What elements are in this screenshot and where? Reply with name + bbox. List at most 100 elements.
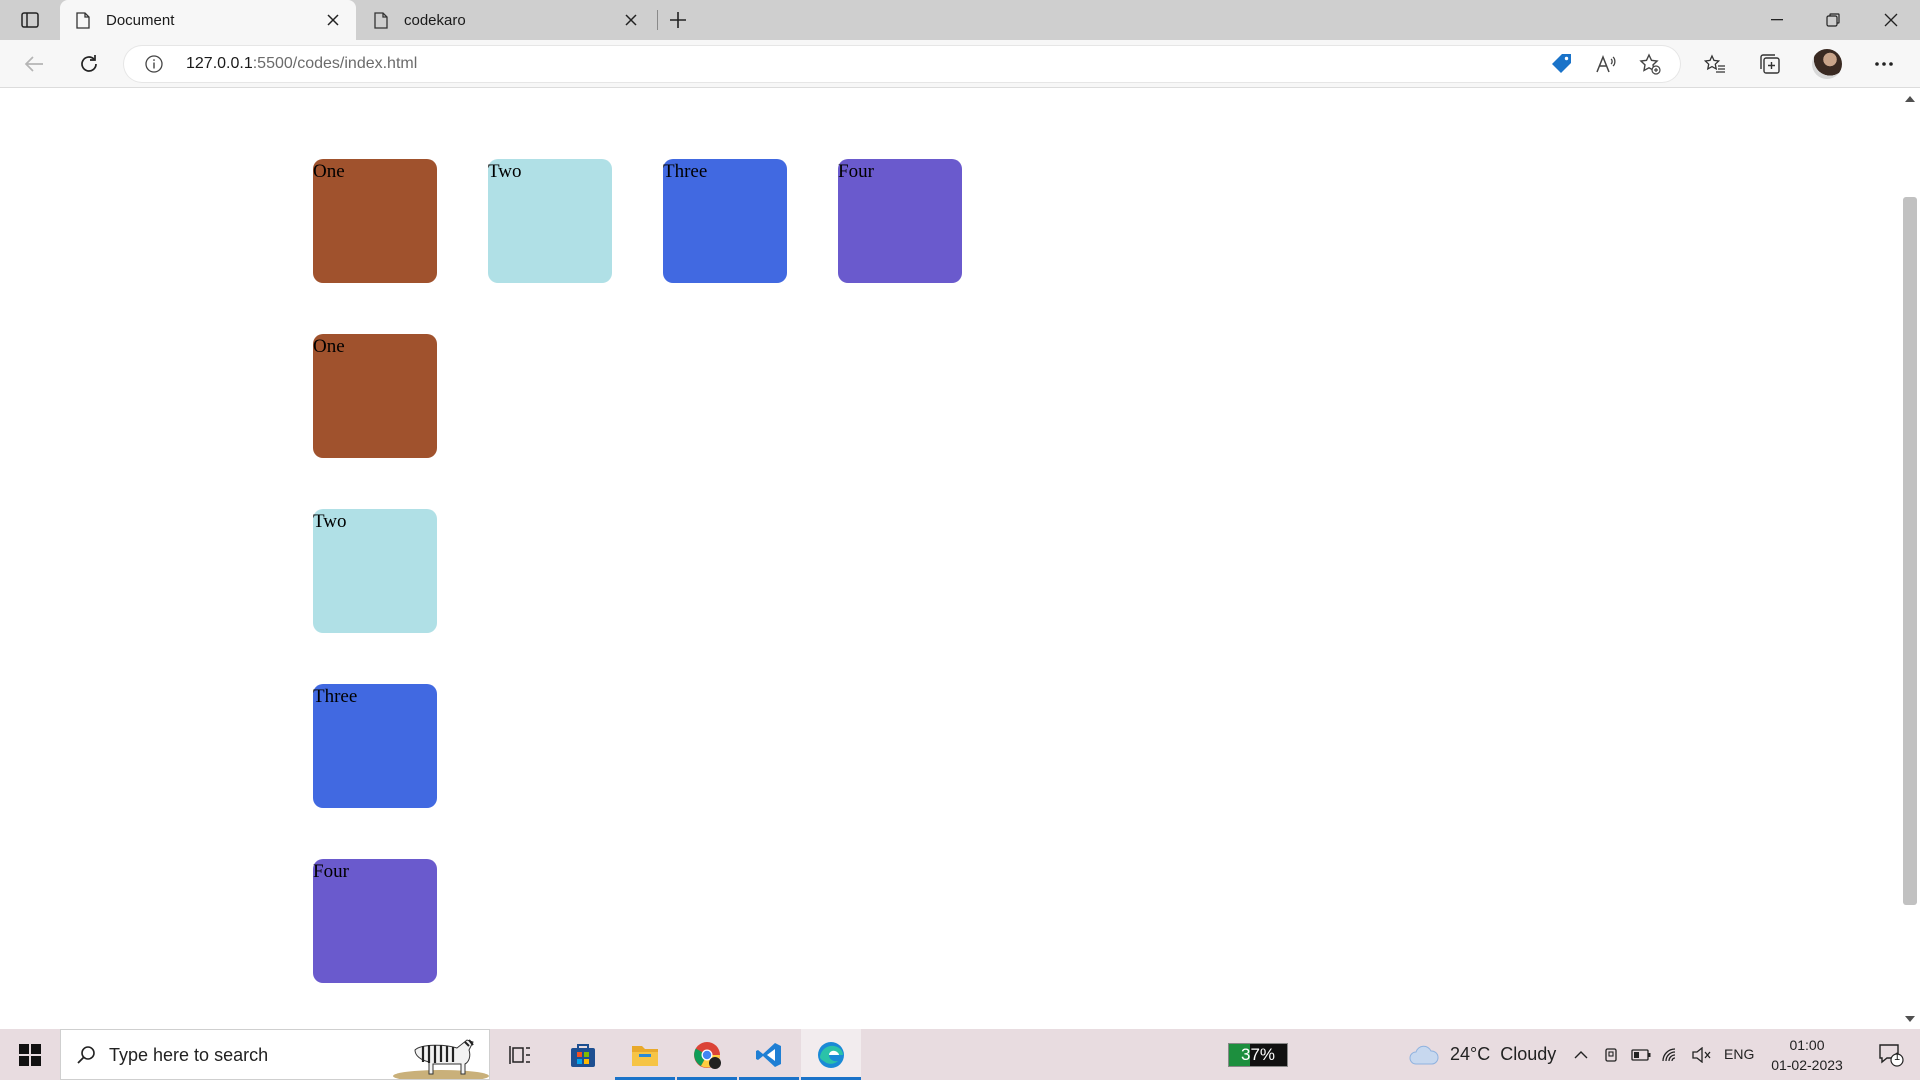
- refresh-icon: [81, 55, 97, 72]
- back-button[interactable]: [18, 48, 50, 80]
- scroll-up-button[interactable]: [1904, 93, 1916, 105]
- collections-button[interactable]: [1754, 48, 1786, 80]
- tab-actions-icon: [21, 12, 39, 28]
- cloud-icon: [1409, 1045, 1439, 1064]
- new-tab-button[interactable]: [664, 6, 692, 34]
- minimize-button[interactable]: [1748, 0, 1806, 40]
- taskbar: Type here to search 37% 24°C Cloudy ENG …: [0, 1029, 1920, 1080]
- read-aloud-button[interactable]: [1592, 50, 1620, 78]
- search-placeholder: Type here to search: [109, 1045, 269, 1065]
- collections-icon: [1760, 54, 1780, 74]
- site-info-icon[interactable]: [144, 54, 164, 74]
- close-window-button[interactable]: [1862, 0, 1920, 40]
- clock[interactable]: 01:00 01-02-2023: [1762, 1035, 1852, 1075]
- network-button[interactable]: [1658, 1029, 1684, 1080]
- add-favorite-button[interactable]: [1636, 50, 1664, 78]
- close-tab-button[interactable]: [320, 7, 346, 33]
- wifi-icon: [1662, 1047, 1676, 1061]
- chevron-up-icon: [1574, 1050, 1588, 1058]
- show-hidden-icons-button[interactable]: [1568, 1029, 1594, 1080]
- vertical-scrollbar[interactable]: [1900, 89, 1920, 1029]
- profile-avatar[interactable]: [1812, 49, 1842, 79]
- zebra-illustration-icon: [393, 1039, 489, 1079]
- url-text: 127.0.0.1:5500/codes/index.html: [186, 46, 417, 82]
- favorites-button[interactable]: [1699, 48, 1731, 80]
- refresh-button[interactable]: [73, 48, 105, 80]
- battery-icon: [1631, 1048, 1651, 1061]
- tab-divider: [657, 10, 658, 30]
- battery-button[interactable]: [1628, 1029, 1654, 1080]
- tab-document[interactable]: Document: [60, 0, 356, 40]
- scroll-down-button[interactable]: [1904, 1013, 1916, 1025]
- box-two: Two: [488, 159, 612, 283]
- price-tag-icon: [1552, 54, 1571, 73]
- store-icon: [571, 1043, 595, 1067]
- box-one: One: [313, 334, 437, 458]
- box-label: One: [313, 161, 345, 182]
- meet-now-button[interactable]: [1598, 1029, 1624, 1080]
- weather-condition: Cloudy: [1500, 1044, 1557, 1064]
- box-label: Three: [663, 161, 708, 182]
- microsoft-store-button[interactable]: [553, 1029, 613, 1080]
- close-icon: [1884, 13, 1898, 27]
- task-view-icon: [509, 1045, 530, 1064]
- box-three: Three: [313, 684, 437, 808]
- box-label: Four: [838, 161, 874, 182]
- edge-button[interactable]: [801, 1029, 861, 1080]
- tab-actions-button[interactable]: [16, 8, 44, 32]
- page-viewport: One Two Three Four One Two Three Four: [0, 89, 1900, 1029]
- start-button[interactable]: [0, 1029, 60, 1080]
- task-view-button[interactable]: [490, 1029, 550, 1080]
- close-icon: [327, 14, 339, 26]
- chrome-button[interactable]: [677, 1029, 737, 1080]
- weather-temp: 24°C: [1450, 1044, 1491, 1064]
- box-four: Four: [313, 859, 437, 983]
- page-icon: [74, 10, 92, 30]
- more-icon: [1875, 62, 1893, 66]
- star-add-icon: [1639, 53, 1661, 75]
- vscode-icon: [756, 1042, 781, 1067]
- box-label: Two: [488, 161, 522, 182]
- box-label: One: [313, 336, 345, 357]
- restore-icon: [1826, 13, 1840, 27]
- box-label: Three: [313, 686, 358, 707]
- file-explorer-button[interactable]: [615, 1029, 675, 1080]
- plus-icon: [670, 12, 686, 28]
- close-tab-button[interactable]: [618, 7, 644, 33]
- back-arrow-icon: [24, 56, 43, 72]
- edge-icon: [818, 1041, 844, 1068]
- weather-widget[interactable]: 24°C Cloudy: [1408, 1029, 1556, 1080]
- device-icon: [1605, 1047, 1617, 1062]
- battery-percent-text: 37%: [1240, 1045, 1276, 1064]
- box-three: Three: [663, 159, 787, 283]
- box-two: Two: [313, 509, 437, 633]
- volume-button[interactable]: [1688, 1029, 1714, 1080]
- tab-codekaro[interactable]: codekaro: [358, 0, 654, 40]
- url-path: :5500/codes/index.html: [252, 55, 418, 72]
- tab-title: Document: [106, 11, 175, 29]
- search-icon: [75, 1044, 97, 1066]
- settings-more-button[interactable]: [1868, 48, 1900, 80]
- triangle-up-icon: [1905, 96, 1915, 102]
- notification-center-button[interactable]: 1: [1862, 1029, 1920, 1080]
- minimize-icon: [1771, 19, 1783, 21]
- address-bar[interactable]: 127.0.0.1:5500/codes/index.html: [124, 46, 1680, 82]
- shopping-button[interactable]: [1548, 50, 1576, 78]
- close-icon: [625, 14, 637, 26]
- tab-title: codekaro: [404, 11, 466, 29]
- battery-percent-badge: 37%: [1228, 1043, 1288, 1067]
- tab-strip: Document codekaro: [0, 0, 1920, 40]
- favorites-icon: [1704, 54, 1725, 73]
- folder-icon: [632, 1045, 658, 1066]
- taskbar-search[interactable]: Type here to search: [60, 1029, 490, 1080]
- scroll-thumb[interactable]: [1903, 197, 1917, 905]
- box-label: Four: [313, 861, 349, 882]
- restore-button[interactable]: [1804, 0, 1862, 40]
- browser-toolbar: 127.0.0.1:5500/codes/index.html: [0, 40, 1920, 88]
- chrome-icon: [694, 1041, 721, 1069]
- clock-date: 01-02-2023: [1771, 1057, 1843, 1073]
- input-language[interactable]: ENG: [1724, 1029, 1754, 1080]
- vscode-button[interactable]: [739, 1029, 799, 1080]
- clock-time: 01:00: [1789, 1037, 1825, 1053]
- windows-logo-icon: [19, 1043, 41, 1066]
